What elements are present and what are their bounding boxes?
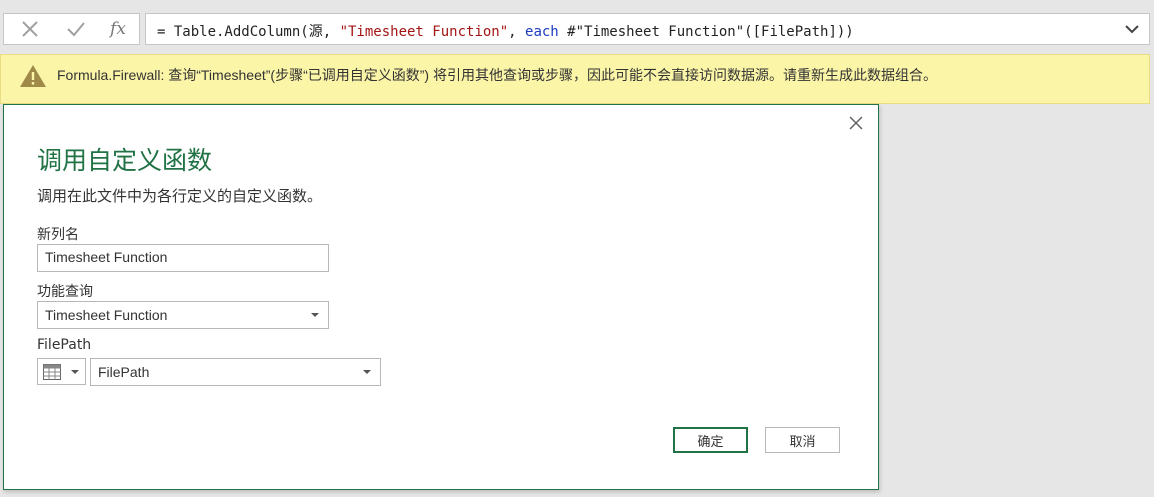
confirm-formula-button[interactable] — [56, 14, 96, 44]
cancel-formula-button[interactable] — [10, 14, 50, 44]
chevron-down-icon — [1125, 25, 1139, 34]
formula-controls: fx — [3, 13, 140, 45]
new-column-label: 新列名 — [37, 227, 79, 243]
dialog-description: 调用在此文件中为各行定义的自定义函数。 — [37, 187, 323, 205]
warning-bar: Formula.Firewall: 查询“Timesheet”(步骤“已调用自定… — [0, 54, 1150, 104]
filepath-value: FilePath — [98, 364, 150, 380]
filepath-select[interactable]: FilePath — [90, 358, 381, 386]
warning-message: Formula.Firewall: 查询“Timesheet”(步骤“已调用自定… — [57, 67, 937, 83]
fx-icon[interactable]: fx — [98, 14, 138, 44]
power-query-editor: fx = Table.AddColumn(源, "Timesheet Funct… — [0, 0, 1154, 497]
invoke-custom-function-dialog: 调用自定义函数 调用在此文件中为各行定义的自定义函数。 新列名 Timeshee… — [3, 104, 879, 490]
formula-input[interactable]: = Table.AddColumn(源, "Timesheet Function… — [145, 13, 1150, 45]
function-query-value: Timesheet Function — [45, 307, 168, 323]
parameter-type-button[interactable] — [37, 358, 86, 385]
chevron-down-icon — [71, 370, 79, 374]
chevron-down-icon — [311, 313, 319, 317]
check-icon — [67, 22, 85, 37]
chevron-down-icon — [363, 370, 371, 374]
warning-icon — [20, 65, 46, 87]
function-query-label: 功能查询 — [37, 284, 93, 300]
function-query-select[interactable]: Timesheet Function — [37, 301, 329, 329]
formula-text: = Table.AddColumn(源, "Timesheet Function… — [157, 24, 854, 40]
formula-bar: fx = Table.AddColumn(源, "Timesheet Funct… — [0, 10, 1154, 50]
cancel-button[interactable]: 取消 — [765, 427, 840, 453]
new-column-input[interactable]: Timesheet Function — [37, 244, 329, 272]
table-icon — [43, 364, 61, 380]
close-icon — [22, 21, 38, 37]
filepath-label: FilePath — [37, 337, 92, 353]
close-icon — [849, 116, 863, 130]
dialog-close-button[interactable] — [846, 113, 866, 133]
dialog-title: 调用自定义函数 — [37, 147, 213, 175]
expand-formula-button[interactable] — [1121, 18, 1143, 40]
ok-button[interactable]: 确定 — [673, 427, 748, 453]
